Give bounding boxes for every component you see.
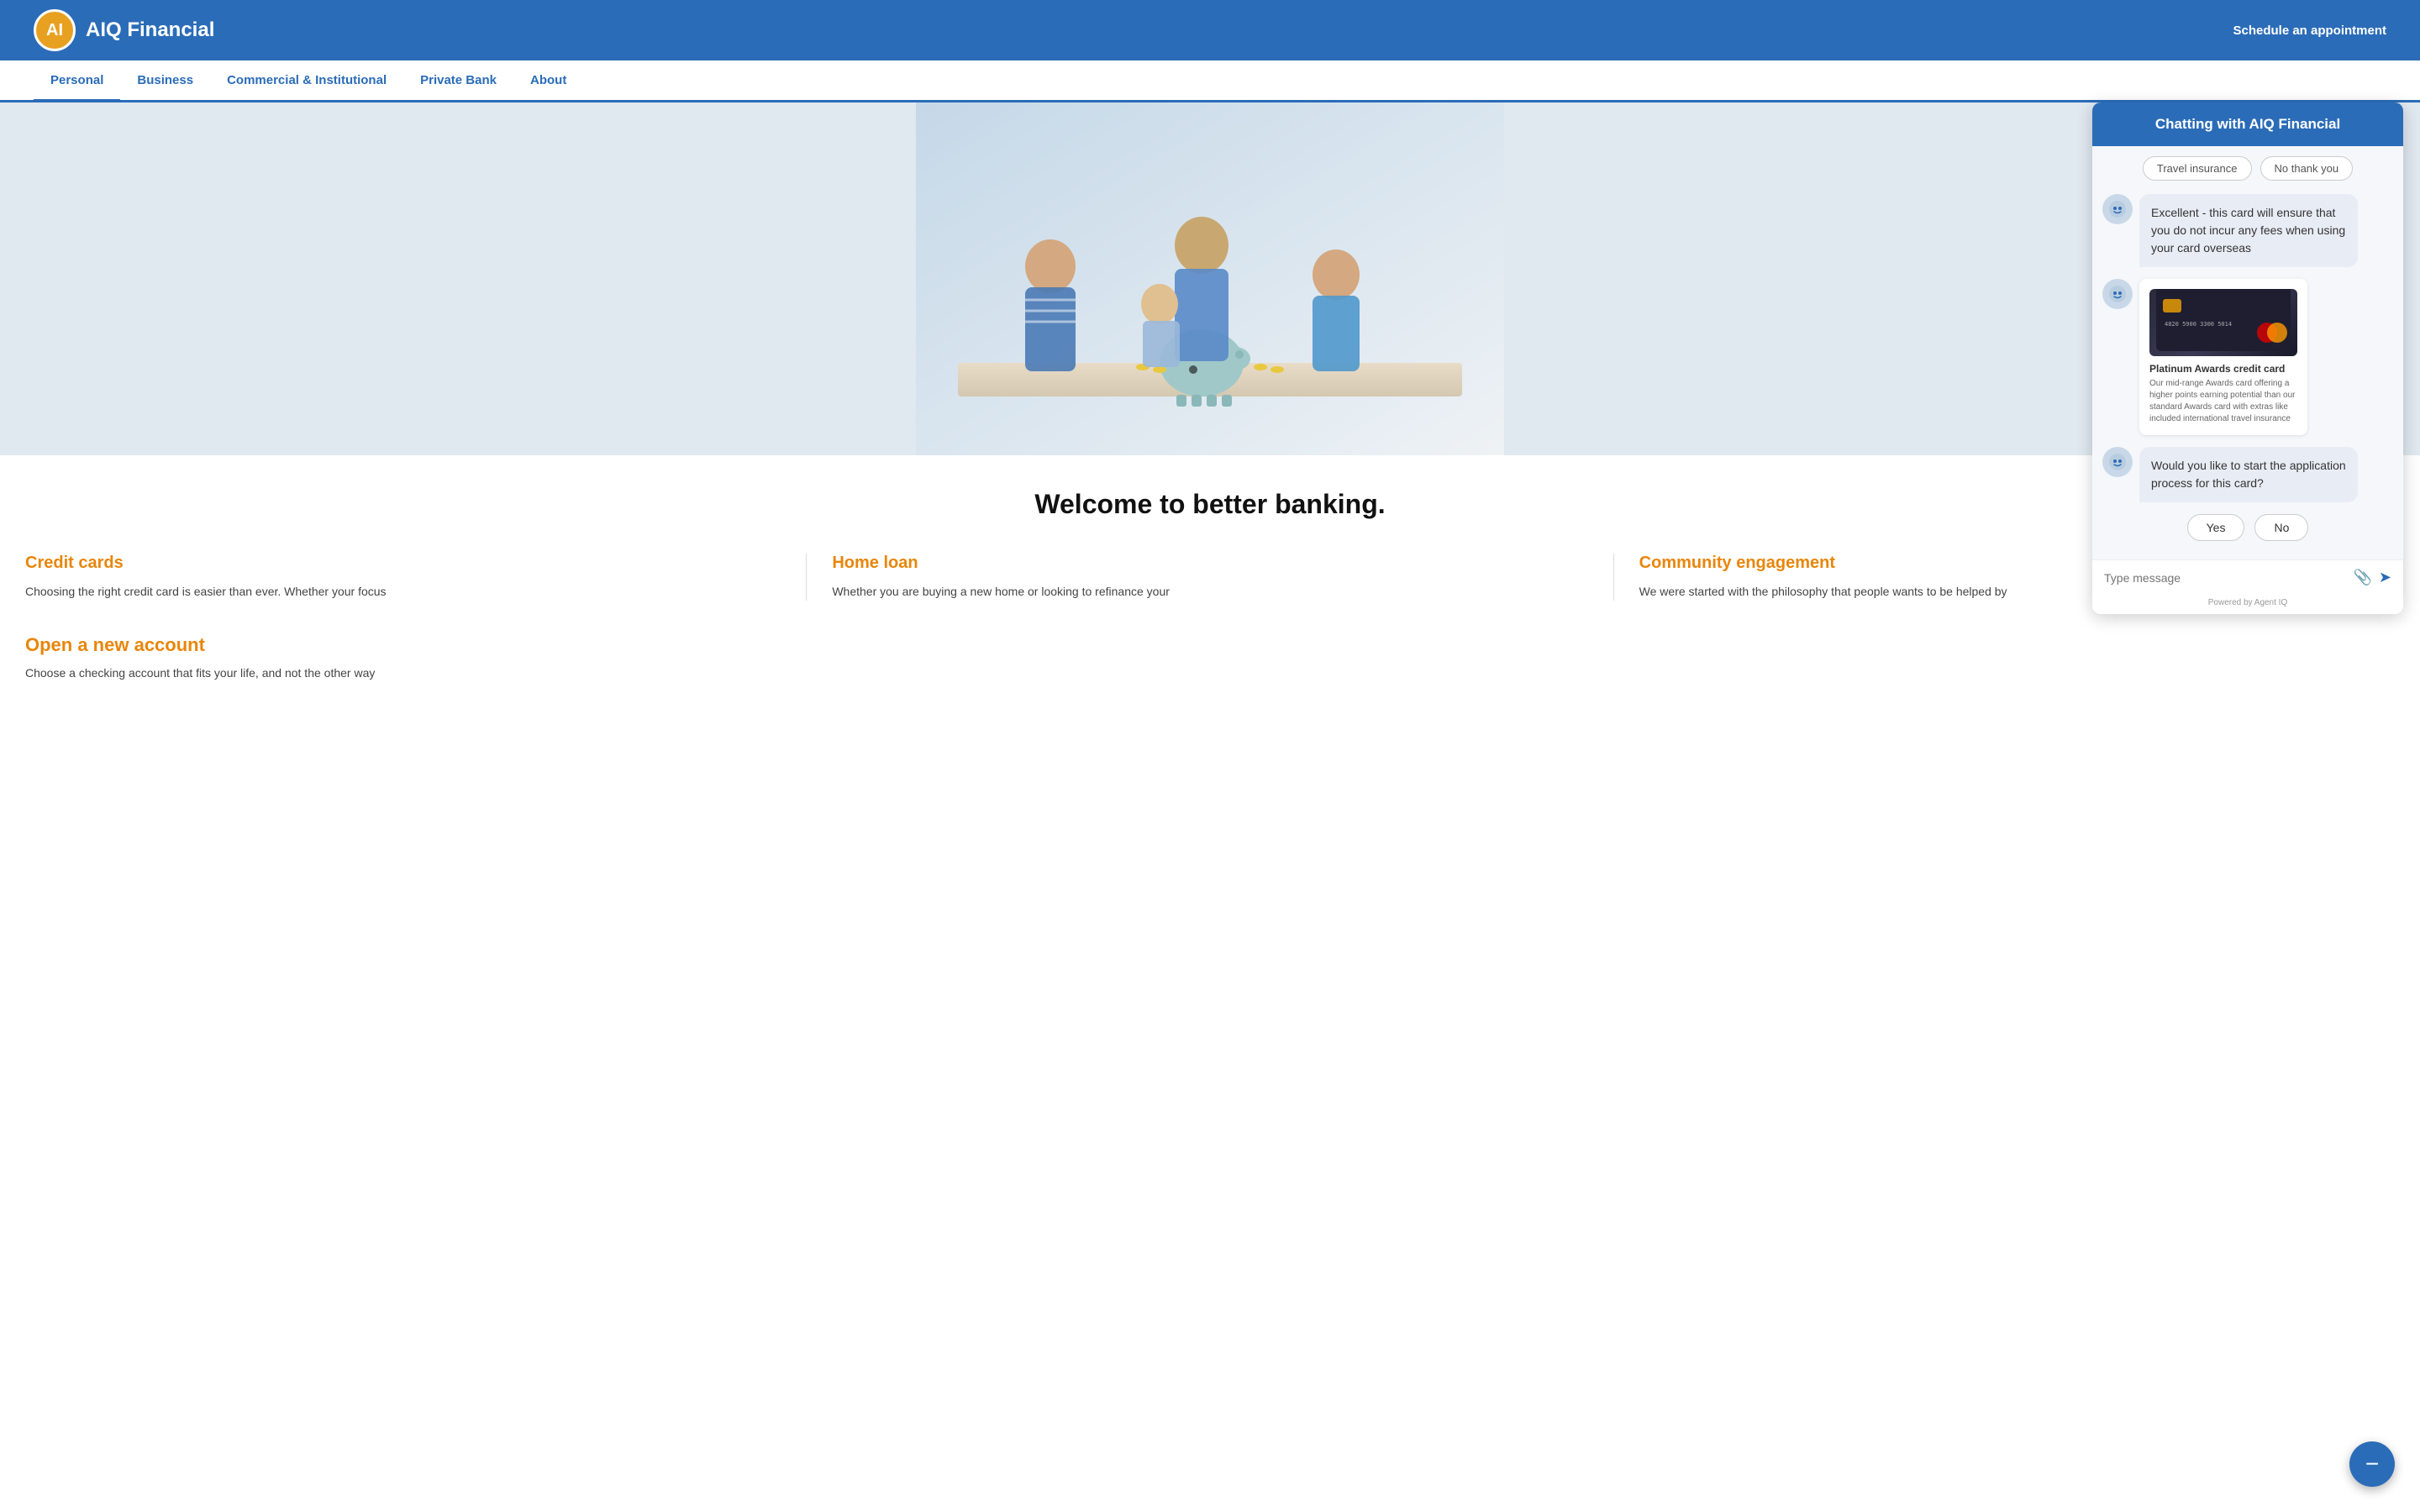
- bot-bubble-1: Excellent - this card will ensure that y…: [2139, 194, 2358, 267]
- send-icon[interactable]: ➤: [2379, 569, 2391, 586]
- schedule-appointment-button[interactable]: Schedule an appointment: [2233, 24, 2386, 38]
- quick-reply-no-thank-you[interactable]: No thank you: [2260, 156, 2354, 181]
- credit-cards-title: Credit cards: [25, 554, 781, 573]
- product-card-description: Our mid-range Awards card offering a hig…: [2149, 378, 2297, 425]
- product-card: 4820 5900 3300 5014 Platinum Awards cred…: [2139, 279, 2307, 435]
- credit-cards-text: Choosing the right credit card is easier…: [25, 583, 781, 601]
- product-card-image: 4820 5900 3300 5014: [2149, 289, 2297, 356]
- logo-name: AIQ Financial: [86, 18, 214, 42]
- nav-item-commercial[interactable]: Commercial & Institutional: [210, 62, 403, 102]
- bot-face-icon-2: [2108, 285, 2127, 303]
- bot-face-icon: [2108, 200, 2127, 218]
- chat-footer: Powered by Agent IQ: [2092, 595, 2403, 614]
- open-account-title: Open a new account: [25, 634, 2395, 656]
- feature-home-loan: Home loan Whether you are buying a new h…: [807, 554, 1613, 601]
- open-account-section: Open a new account Choose a checking acc…: [0, 617, 2420, 699]
- quick-reply-travel-insurance[interactable]: Travel insurance: [2143, 156, 2252, 181]
- chat-body: Travel insurance No thank you Excellent …: [2092, 146, 2403, 559]
- bot-face-icon-3: [2108, 453, 2127, 471]
- site-header: AI AIQ Financial Schedule an appointment: [0, 0, 2420, 60]
- home-loan-text: Whether you are buying a new home or loo…: [832, 583, 1587, 601]
- home-loan-title: Home loan: [832, 554, 1587, 573]
- chat-input-area: 📎 ➤: [2092, 559, 2403, 595]
- logo-area: AI AIQ Financial: [34, 9, 214, 51]
- fab-button[interactable]: −: [2349, 1441, 2395, 1487]
- nav-item-private-bank[interactable]: Private Bank: [403, 62, 513, 102]
- nav-item-business[interactable]: Business: [120, 62, 210, 102]
- product-card-name: Platinum Awards credit card: [2149, 363, 2297, 375]
- main-nav: Personal Business Commercial & Instituti…: [0, 60, 2420, 102]
- action-yes-button[interactable]: Yes: [2187, 514, 2245, 541]
- chat-action-buttons: Yes No: [2102, 514, 2393, 541]
- welcome-heading: Welcome to better banking.: [0, 455, 2420, 537]
- feature-cards: Credit cards Choosing the right credit c…: [0, 537, 2420, 617]
- bot-message-card: 4820 5900 3300 5014 Platinum Awards cred…: [2102, 279, 2393, 435]
- svg-text:4820 5900 3300 5014: 4820 5900 3300 5014: [2165, 321, 2232, 328]
- action-no-button[interactable]: No: [2254, 514, 2308, 541]
- chat-widget: Chatting with AIQ Financial Travel insur…: [2092, 102, 2403, 614]
- page-left: Welcome to better banking. Credit cards …: [0, 102, 2420, 699]
- nav-item-about[interactable]: About: [513, 62, 583, 102]
- bot-message-3: Would you like to start the application …: [2102, 447, 2393, 502]
- nav-item-personal[interactable]: Personal: [34, 62, 120, 102]
- credit-card-image: 4820 5900 3300 5014: [2156, 289, 2291, 351]
- feature-credit-cards: Credit cards Choosing the right credit c…: [0, 554, 807, 601]
- bot-message-1: Excellent - this card will ensure that y…: [2102, 194, 2393, 267]
- hero-section: [0, 102, 2420, 455]
- bot-bubble-3: Would you like to start the application …: [2139, 447, 2358, 502]
- chat-header: Chatting with AIQ Financial: [2092, 102, 2403, 146]
- bot-avatar-3: [2102, 447, 2133, 477]
- attach-icon[interactable]: 📎: [2353, 569, 2371, 586]
- open-account-text: Choose a checking account that fits your…: [25, 664, 2395, 682]
- chat-input-icons: 📎 ➤: [2353, 569, 2391, 586]
- chat-quick-replies: Travel insurance No thank you: [2102, 156, 2393, 181]
- logo-icon: AI: [34, 9, 76, 51]
- chat-input-field[interactable]: [2104, 571, 2344, 585]
- bot-avatar-1: [2102, 194, 2133, 224]
- hero-image: [916, 102, 1504, 455]
- main-content: Welcome to better banking. Credit cards …: [0, 102, 2420, 699]
- bot-avatar-2: [2102, 279, 2133, 309]
